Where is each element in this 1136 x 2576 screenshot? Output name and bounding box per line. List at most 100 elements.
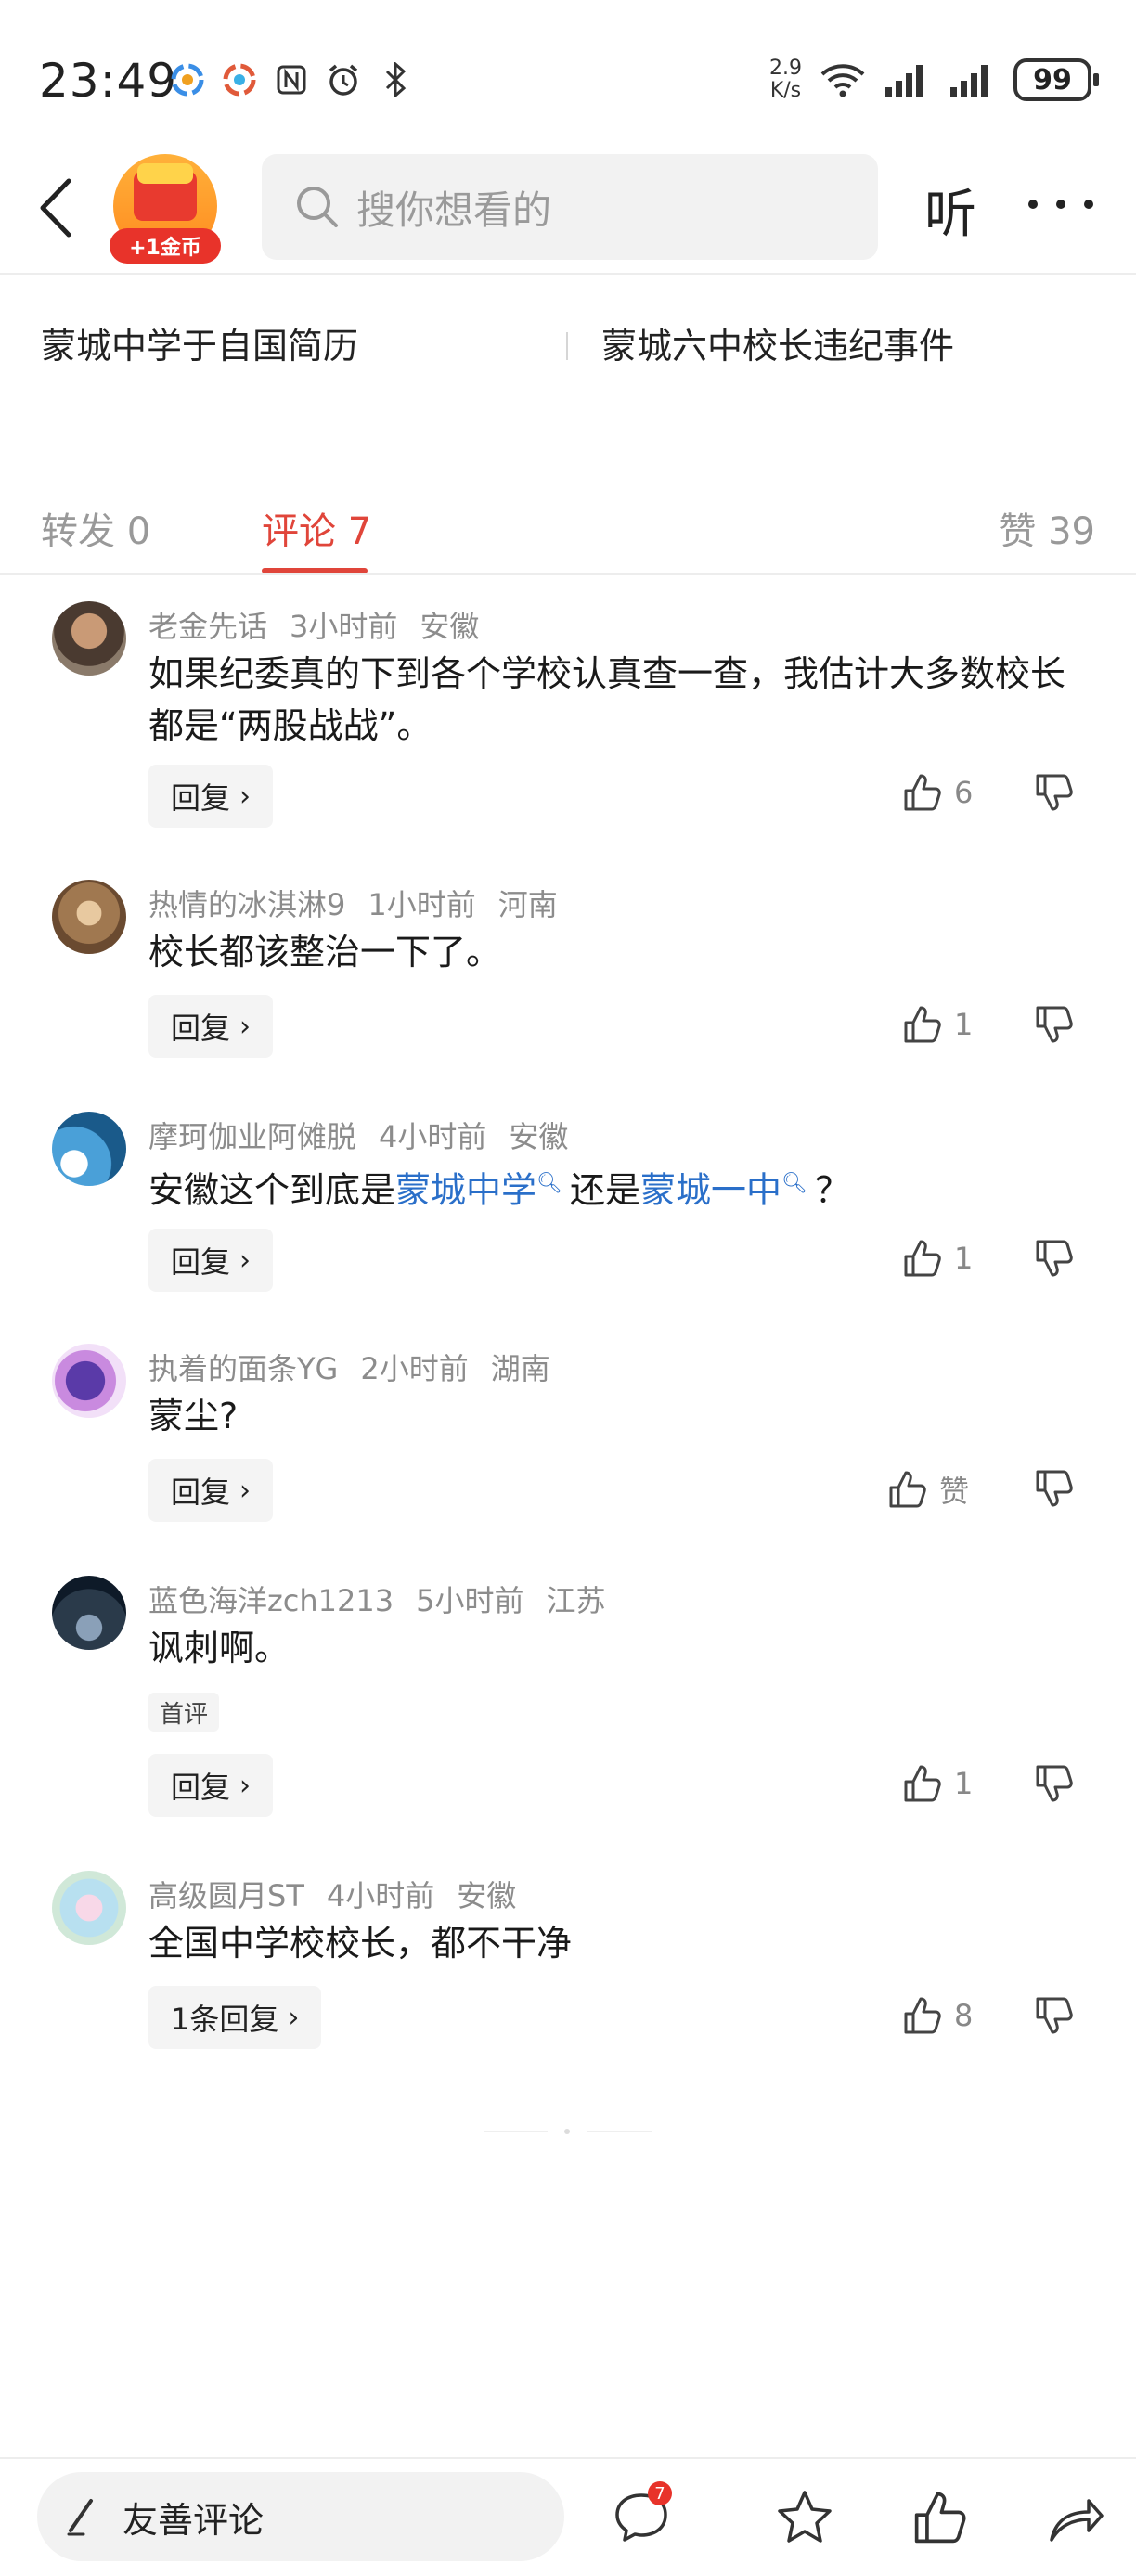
status-bar: 23:49 2.9 K/s 99 xyxy=(0,0,1136,139)
coin-reward-button[interactable]: +1金币 xyxy=(110,150,221,264)
thumbs-down-icon[interactable] xyxy=(1034,1004,1075,1045)
comment-username[interactable]: 老金先话 xyxy=(148,609,267,644)
like-button[interactable]: 1 xyxy=(902,1004,973,1045)
search-placeholder: 搜你想看的 xyxy=(356,187,552,233)
favorite-button[interactable] xyxy=(772,2485,837,2550)
reply-button[interactable]: 回复 › xyxy=(148,1229,274,1292)
comment-input[interactable]: 友善评论 xyxy=(37,2472,564,2561)
list-end-indicator xyxy=(484,2131,548,2132)
reply-button[interactable]: 回复 › xyxy=(148,1754,274,1817)
related-searches: 蒙城中学于自国简历 蒙城六中校长违纪事件 xyxy=(0,275,1136,408)
chevron-right-icon: › xyxy=(288,2001,300,2034)
comment-meta: 执着的面条YG 2小时前 湖南 xyxy=(148,1346,573,1388)
comment-count-badge: 7 xyxy=(648,2481,672,2505)
app-notification-icon xyxy=(221,61,258,98)
tab-reposts[interactable]: 转发 0 xyxy=(41,501,150,555)
signal-icon xyxy=(884,61,932,98)
tab-likes[interactable]: 赞 39 xyxy=(999,501,1095,555)
thumbs-down-icon[interactable] xyxy=(1034,1995,1075,2036)
comment-time: 3小时前 xyxy=(290,609,398,644)
like-count: 6 xyxy=(954,775,974,810)
like-count: 1 xyxy=(954,1766,974,1801)
network-speed: 2.9 K/s xyxy=(769,58,802,102)
battery-indicator: 99 xyxy=(1013,58,1099,101)
like-button[interactable]: 赞 xyxy=(887,1468,969,1511)
reply-button[interactable]: 回复 › xyxy=(148,995,274,1058)
wifi-icon xyxy=(819,61,867,98)
reply-label: 回复 xyxy=(171,1244,231,1280)
like-button[interactable]: 1 xyxy=(902,1763,973,1804)
avatar[interactable] xyxy=(52,1871,126,1945)
comment-time: 4小时前 xyxy=(379,1119,487,1154)
avatar[interactable] xyxy=(52,601,126,676)
thumbs-down-icon[interactable] xyxy=(1034,1763,1075,1804)
comment-text: 安徽这个到底是蒙城中学🔍︎ 还是蒙城一中🔍︎？ xyxy=(148,1158,1086,1217)
app-notification-icon xyxy=(169,61,206,98)
search-icon xyxy=(297,187,338,227)
chevron-right-icon: › xyxy=(239,1474,252,1507)
comment-text: 讽刺啊。 xyxy=(148,1628,290,1668)
chevron-right-icon: › xyxy=(239,1769,252,1802)
like-count: 8 xyxy=(954,1998,974,2033)
listen-button[interactable]: 听 xyxy=(924,173,976,248)
comment-region: 河南 xyxy=(497,887,558,922)
more-dot-icon xyxy=(1056,200,1065,209)
bluetooth-icon xyxy=(377,61,414,98)
comments-button[interactable]: 7 xyxy=(609,2481,674,2550)
avatar[interactable] xyxy=(52,1112,126,1186)
back-button[interactable] xyxy=(37,171,93,245)
search-input[interactable]: 搜你想看的 xyxy=(262,154,878,260)
related-divider xyxy=(566,332,568,360)
comment-username[interactable]: 摩珂伽业阿傩脱 xyxy=(148,1119,356,1154)
first-comment-badge: 首评 xyxy=(148,1693,220,1732)
comment-username[interactable]: 热情的冰淇淋9 xyxy=(148,887,345,922)
reply-label: 1条回复 xyxy=(171,2002,279,2037)
share-button[interactable] xyxy=(1043,2485,1108,2550)
avatar[interactable] xyxy=(52,1576,126,1650)
search-link[interactable]: 蒙城一中 xyxy=(640,1170,781,1211)
thumbs-up-icon xyxy=(904,774,941,811)
comment-text: 校长都该整治一下了。 xyxy=(148,932,502,972)
related-search-item[interactable]: 蒙城六中校长违纪事件 xyxy=(601,317,954,368)
comment-meta: 高级圆月ST 4小时前 安徽 xyxy=(148,1873,538,1915)
comment-time: 4小时前 xyxy=(326,1878,435,1913)
comment-username[interactable]: 执着的面条YG xyxy=(148,1351,338,1386)
like-button[interactable]: 8 xyxy=(902,1995,973,2036)
related-search-item[interactable]: 蒙城中学于自国简历 xyxy=(41,317,358,368)
avatar[interactable] xyxy=(52,1344,126,1418)
comment-username[interactable]: 高级圆月ST xyxy=(148,1878,304,1913)
search-link[interactable]: 蒙城中学 xyxy=(395,1170,536,1211)
thumbs-up-icon xyxy=(904,1765,941,1802)
thumbs-down-icon[interactable] xyxy=(1034,1468,1075,1509)
reply-button[interactable]: 1条回复 › xyxy=(148,1986,322,2049)
like-post-button[interactable] xyxy=(908,2485,973,2550)
avatar[interactable] xyxy=(52,880,126,954)
reply-button[interactable]: 回复 › xyxy=(148,1459,274,1522)
share-arrow-icon xyxy=(1050,2499,1104,2542)
comment-username[interactable]: 蓝色海洋zch1213 xyxy=(148,1583,394,1618)
more-options-button[interactable] xyxy=(1028,176,1093,232)
search-icon: 🔍︎ xyxy=(781,1172,807,1195)
like-button[interactable]: 6 xyxy=(902,772,973,813)
chevron-right-icon: › xyxy=(239,779,252,813)
comment-text-part: 安徽这个到底是 xyxy=(148,1169,396,1211)
thumbs-up-icon xyxy=(904,1240,941,1277)
comment-time: 2小时前 xyxy=(360,1351,469,1386)
status-notification-icons xyxy=(169,61,414,98)
comment-time: 5小时前 xyxy=(416,1583,524,1618)
bottom-action-bar: 友善评论 7 xyxy=(0,2457,1136,2576)
comment-region: 安徽 xyxy=(509,1119,569,1154)
star-icon xyxy=(778,2491,832,2543)
thumbs-up-icon xyxy=(914,2492,966,2544)
comment-region: 湖南 xyxy=(490,1351,550,1386)
thumbs-down-icon[interactable] xyxy=(1034,772,1075,813)
comment-meta: 蓝色海洋zch1213 5小时前 江苏 xyxy=(148,1578,628,1620)
tab-comments[interactable]: 评论 7 xyxy=(262,501,371,555)
comment-text-part: ？ xyxy=(814,1169,850,1211)
like-button[interactable]: 1 xyxy=(902,1238,973,1279)
reply-button[interactable]: 回复 › xyxy=(148,765,274,828)
active-tab-indicator xyxy=(262,568,368,573)
thumbs-down-icon[interactable] xyxy=(1034,1238,1075,1279)
nfc-icon xyxy=(273,61,310,98)
comment-text-part: 还是 xyxy=(569,1169,640,1211)
